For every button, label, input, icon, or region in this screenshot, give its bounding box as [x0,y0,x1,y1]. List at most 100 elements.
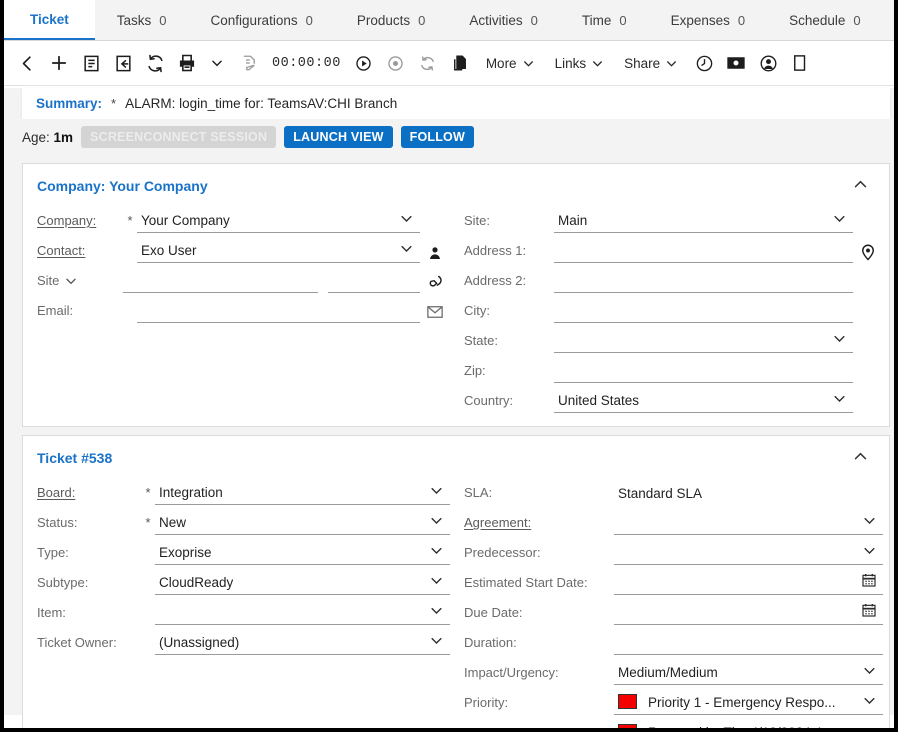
reset-circle-icon[interactable] [413,46,443,80]
summary-value[interactable]: ALARM: login_time for: TeamsAV:CHI Branc… [125,96,397,111]
ticket-owner-value: (Unassigned) [159,635,240,650]
tab-activities[interactable]: Activities 0 [447,0,560,40]
tab-count: 0 [530,12,538,28]
tab-expenses[interactable]: Expenses 0 [648,0,768,40]
priority-select[interactable]: Priority 1 - Emergency Respo... [614,690,883,715]
state-select[interactable] [554,328,853,353]
tab-configurations[interactable]: Configurations 0 [188,0,335,40]
envelope-icon[interactable] [420,303,450,323]
document-icon[interactable] [785,46,815,80]
chevron-down-icon[interactable] [828,331,853,350]
tab-schedule[interactable]: Schedule 0 [767,0,883,40]
contact-select[interactable]: Exo User [137,238,420,263]
predecessor-select[interactable] [614,540,883,565]
chevron-down-icon[interactable] [425,603,450,622]
impact-urgency-select[interactable]: Medium/Medium [614,660,883,685]
chevron-down-icon[interactable] [395,211,420,230]
status-select[interactable]: New [155,510,450,535]
tab-time[interactable]: Time 0 [559,0,649,40]
ticket-owner-select[interactable]: (Unassigned) [155,630,450,655]
person-circle-icon[interactable] [753,46,783,80]
chevron-down-icon[interactable] [425,633,450,652]
country-select[interactable]: United States [554,388,853,413]
chevron-down-icon[interactable] [425,573,450,592]
predecessor-value [614,560,858,562]
phone-icon[interactable] [420,274,450,293]
email-input[interactable] [137,298,420,323]
tab-products[interactable]: Products 0 [334,0,448,40]
person-icon[interactable] [420,245,450,263]
type-value: Exoprise [159,545,212,560]
refresh-icon[interactable] [140,46,170,80]
subtype-select[interactable]: CloudReady [155,570,450,595]
chevron-down-icon[interactable] [425,513,450,532]
map-pin-icon[interactable] [853,243,883,263]
board-select[interactable]: Integration [155,480,450,505]
estimated-start-date-input[interactable] [614,570,883,595]
print-icon[interactable] [172,46,202,80]
save-and-close-icon[interactable] [108,46,138,80]
back-chevron-icon[interactable] [12,46,42,80]
company-panel-header: Company: Your Company [23,164,889,202]
duration-input[interactable] [614,630,883,655]
play-circle-icon[interactable] [349,46,379,80]
address2-input[interactable] [554,268,853,293]
chevron-down-icon[interactable] [858,663,883,682]
screenconnect-session-button[interactable]: SCREENCONNECT SESSION [81,126,277,148]
print-dropdown-chevron-icon[interactable] [202,46,232,80]
site-phone-type-select[interactable]: Site [37,273,123,293]
company-select[interactable]: Your Company [137,208,420,233]
site-value: Main [558,213,588,228]
stop-circle-icon[interactable] [381,46,411,80]
company-label[interactable]: Company: [37,213,123,233]
save-icon[interactable] [76,46,106,80]
agreement-select[interactable] [614,510,883,535]
chevron-down-icon[interactable] [858,543,883,562]
chevron-up-icon[interactable] [844,174,877,198]
calendar-icon[interactable] [857,572,883,592]
contact-label[interactable]: Contact: [37,243,123,263]
note-edit-icon[interactable] [234,46,264,80]
zip-input[interactable] [554,358,853,383]
status-required-marker: * [145,515,151,530]
clock-icon[interactable] [689,46,719,80]
summary-bar[interactable]: Summary: * ALARM: login_time for: TeamsA… [22,88,890,119]
due-date-input[interactable] [614,600,883,625]
address1-input[interactable] [554,238,853,263]
chevron-down-icon[interactable] [858,693,883,712]
share-menu[interactable]: Share [615,46,687,80]
money-icon[interactable] [721,46,751,80]
city-input[interactable] [554,298,853,323]
board-value: Integration [159,485,223,500]
tab-label: Activities [469,12,523,28]
status-field-row: Status: * New [37,506,450,535]
launch-view-button[interactable]: LAUNCH VIEW [284,126,393,148]
plus-icon[interactable] [44,46,74,80]
type-select[interactable]: Exoprise [155,540,450,565]
agreement-label[interactable]: Agreement: [464,515,614,535]
calendar-icon[interactable] [857,602,883,622]
chevron-down-icon[interactable] [425,483,450,502]
links-menu[interactable]: Links [546,46,614,80]
chevron-down-icon[interactable] [828,211,853,230]
board-label[interactable]: Board: [37,485,141,505]
tab-ticket[interactable]: Ticket [4,0,95,40]
chevron-up-icon[interactable] [844,446,877,470]
more-menu[interactable]: More [477,46,544,80]
state-field-row: State: [464,324,883,353]
phone-extension-input[interactable] [328,268,420,293]
priority-label: Priority: [464,695,509,710]
chevron-down-icon[interactable] [395,241,420,260]
sla-status-select[interactable]: Respond by Thu 4/18/2024 4... [614,720,883,728]
phone-input[interactable] [123,268,319,293]
site-select[interactable]: Main [554,208,853,233]
chevron-down-icon[interactable] [828,391,853,410]
chevron-down-icon[interactable] [425,543,450,562]
item-select[interactable] [155,600,450,625]
tab-tasks[interactable]: Tasks 0 [94,0,189,40]
follow-button[interactable]: FOLLOW [400,126,474,148]
chevron-down-icon[interactable] [858,513,883,532]
chevron-down-icon[interactable] [858,723,883,728]
copy-icon[interactable] [445,46,475,80]
ticket-tabbar: Ticket Tasks 0 Configurations 0 Products 0 Acti… [4,0,894,41]
